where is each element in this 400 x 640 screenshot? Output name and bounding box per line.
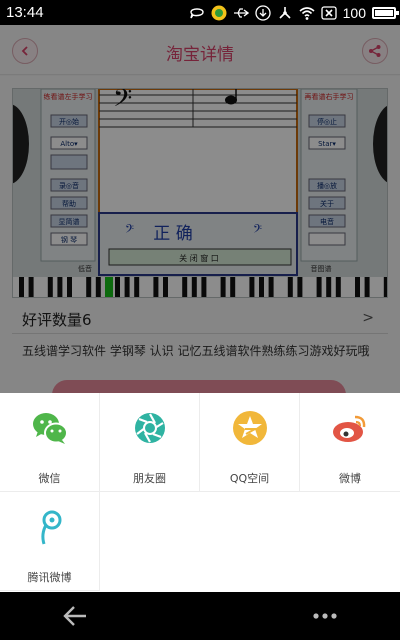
navigation-bar (0, 592, 400, 640)
weibo-icon (333, 415, 366, 442)
status-icons: 100 (189, 3, 399, 22)
share-label-moments: 朋友圈 (133, 472, 166, 485)
app-badge-icon (211, 5, 227, 20)
qzone-icon (233, 411, 267, 445)
share-sheet: 微信 朋友圈 QQ空间 微博 腾讯微博 (0, 393, 400, 592)
share-item-qzone[interactable]: QQ空间 (200, 393, 300, 492)
download-icon (254, 4, 271, 21)
share-label-wechat: 微信 (38, 472, 61, 485)
share-label-qzone: QQ空间 (229, 472, 270, 485)
status-time: 13:44 (6, 4, 44, 21)
no-sim-icon (320, 5, 337, 20)
share-label-weibo: 微博 (339, 472, 361, 485)
nav-back-icon[interactable] (62, 604, 88, 628)
nav-more-icon[interactable] (312, 612, 338, 620)
status-bar: 13:44 100 (0, 0, 400, 25)
battery-icon (372, 6, 399, 19)
tencent-weibo-icon (41, 510, 62, 545)
share-item-weibo[interactable]: 微博 (300, 393, 400, 492)
share-item-wechat[interactable]: 微信 (0, 393, 100, 492)
debug-icon (279, 6, 291, 19)
chat-bubble-icon (189, 7, 204, 18)
share-item-tencent-weibo[interactable]: 腾讯微博 (0, 492, 100, 591)
share-item-moments[interactable]: 朋友圈 (100, 393, 200, 492)
moments-icon (135, 413, 165, 443)
share-label-tencent-weibo: 腾讯微博 (27, 571, 72, 584)
battery-level: 100 (342, 4, 366, 21)
wifi-icon (299, 6, 315, 20)
battery-fill (375, 9, 393, 16)
wechat-icon (33, 413, 68, 444)
usb-icon (233, 7, 249, 18)
